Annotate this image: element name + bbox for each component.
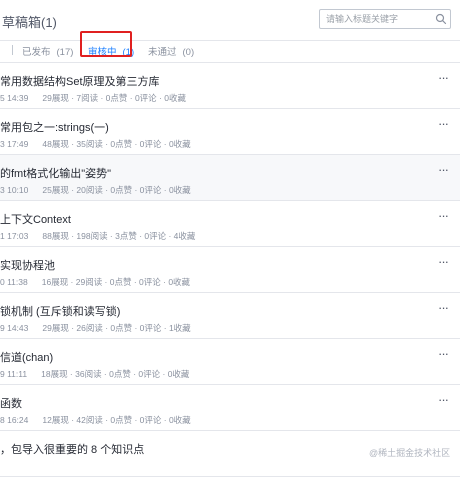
article-meta: 8 16:24 12展现 · 42阅读 · 0点赞 · 0评论 · 0收藏 [0, 414, 191, 426]
article-title[interactable]: 实现协程池 [0, 257, 55, 273]
article-row[interactable]: 实现协程池 0 11:38 16展现 · 29阅读 · 0点赞 · 0评论 · 0… [0, 247, 460, 293]
article-title[interactable]: 锁机制 (互斥锁和读写锁) [0, 303, 120, 319]
article-date: 3 17:49 [0, 139, 29, 149]
search-icon[interactable] [435, 13, 447, 25]
article-row[interactable]: 锁机制 (互斥锁和读写锁) 9 14:43 29展现 · 26阅读 · 0点赞 ·… [0, 293, 460, 339]
article-date: 5 14:39 [0, 93, 29, 103]
article-date: 9 14:43 [0, 323, 29, 333]
article-title[interactable]: 信道(chan) [0, 349, 53, 365]
article-date: 8 16:24 [0, 415, 29, 425]
more-icon[interactable]: ··· [438, 255, 449, 268]
page: 草稿箱(1) 已发布(17) 审核中(1) 未通过(0) 常用数据结构Set原理… [0, 0, 460, 477]
article-meta: 1 17:03 88展现 · 198阅读 · 3点赞 · 0评论 · 4收藏 [0, 230, 195, 242]
tab-published[interactable]: 已发布 (17) [22, 44, 73, 58]
article-meta: 5 14:39 29展现 · 7阅读 · 0点赞 · 0评论 · 0收藏 [0, 92, 186, 104]
article-stats: 25展现 · 20阅读 · 0点赞 · 0评论 · 0收藏 [42, 185, 191, 195]
article-date: 0 11:38 [0, 277, 28, 287]
more-icon[interactable]: ··· [438, 117, 449, 130]
article-meta: 3 17:49 48展现 · 35阅读 · 0点赞 · 0评论 · 0收藏 [0, 138, 191, 150]
article-title[interactable]: 常用包之一:strings(一) [0, 119, 109, 135]
article-date: 9 11:11 [0, 369, 28, 379]
article-row[interactable]: 上下文Context 1 17:03 88展现 · 198阅读 · 3点赞 · 0… [0, 201, 460, 247]
tab-count: (17) [56, 47, 74, 58]
article-row[interactable]: 常用包之一:strings(一) 3 17:49 48展现 · 35阅读 · 0点… [0, 109, 460, 155]
status-tabs: 已发布 (17) 审核中 (1) 未通过 (0) [0, 40, 460, 62]
more-icon[interactable]: ··· [438, 71, 449, 84]
article-date: 3 10:10 [0, 185, 29, 195]
article-title[interactable]: 函数 [0, 395, 22, 411]
top-bar: 草稿箱(1) [0, 0, 460, 41]
tab-label: 已发布 [22, 47, 51, 58]
article-stats: 18展现 · 36阅读 · 0点赞 · 0评论 · 0收藏 [41, 369, 190, 379]
article-title[interactable]: 上下文Context [0, 211, 71, 227]
article-date: 1 17:03 [0, 231, 29, 241]
article-meta: 9 11:11 18展现 · 36阅读 · 0点赞 · 0评论 · 0收藏 [0, 368, 189, 380]
article-stats: 88展现 · 198阅读 · 3点赞 · 0评论 · 4收藏 [42, 231, 196, 241]
tab-count: (0) [182, 47, 195, 58]
search-box[interactable] [319, 9, 451, 29]
more-icon[interactable]: ··· [438, 393, 449, 406]
article-stats: 29展现 · 26阅读 · 0点赞 · 0评论 · 1收藏 [42, 323, 191, 333]
article-title[interactable]: ，包导入很重要的 8 个知识点 [0, 441, 144, 457]
drafts-link[interactable]: 草稿箱(1) [2, 12, 57, 31]
more-icon[interactable]: ··· [438, 301, 449, 314]
article-row[interactable]: 函数 8 16:24 12展现 · 42阅读 · 0点赞 · 0评论 · 0收藏 … [0, 385, 460, 431]
article-stats: 16展现 · 29阅读 · 0点赞 · 0评论 · 0收藏 [41, 277, 191, 287]
article-meta: 0 11:38 16展现 · 29阅读 · 0点赞 · 0评论 · 0收藏 [0, 276, 190, 288]
search-input[interactable] [326, 12, 430, 26]
article-stats: 12展现 · 42阅读 · 0点赞 · 0评论 · 0收藏 [42, 415, 191, 425]
watermark: @稀土掘金技术社区 [369, 448, 451, 458]
article-stats: 48展现 · 35阅读 · 0点赞 · 0评论 · 0收藏 [42, 139, 191, 149]
tab-rejected[interactable]: 未通过 (0) [148, 44, 194, 58]
article-row[interactable]: 常用数据结构Set原理及第三方库 5 14:39 29展现 · 7阅读 · 0点赞… [0, 63, 460, 109]
article-stats: 29展现 · 7阅读 · 0点赞 · 0评论 · 0收藏 [42, 93, 186, 103]
article-title[interactable]: 常用数据结构Set原理及第三方库 [0, 73, 160, 89]
article-meta: 3 10:10 25展现 · 20阅读 · 0点赞 · 0评论 · 0收藏 [0, 184, 191, 196]
more-icon[interactable]: ··· [438, 347, 449, 360]
tab-label: 未通过 [148, 47, 177, 58]
active-tab-highlight [80, 31, 132, 57]
more-icon[interactable]: ··· [438, 209, 449, 222]
article-title[interactable]: 的fmt格式化输出"姿势" [0, 165, 111, 181]
article-row[interactable]: 的fmt格式化输出"姿势" 3 10:10 25展现 · 20阅读 · 0点赞 ·… [0, 155, 460, 201]
article-meta: 9 14:43 29展现 · 26阅读 · 0点赞 · 0评论 · 1收藏 [0, 322, 191, 334]
more-icon[interactable]: ··· [438, 163, 449, 176]
article-row[interactable]: 信道(chan) 9 11:11 18展现 · 36阅读 · 0点赞 · 0评论 … [0, 339, 460, 385]
